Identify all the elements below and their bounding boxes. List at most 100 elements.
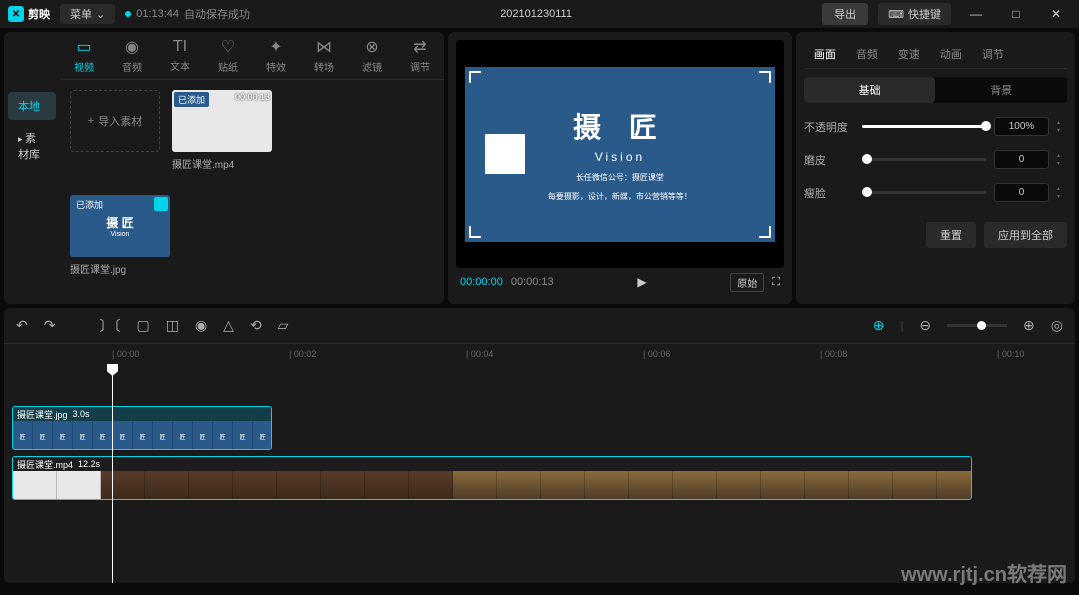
tab-effect[interactable]: ✦特效 <box>252 32 300 79</box>
added-badge: 已添加 <box>72 197 107 212</box>
split-button[interactable]: 〕〔 <box>99 316 120 336</box>
rp-tab-audio[interactable]: 音频 <box>846 40 888 68</box>
plus-icon: + <box>88 115 94 127</box>
current-time: 00:00:00 <box>460 276 503 288</box>
tab-sticker[interactable]: ♡贴纸 <box>204 32 252 79</box>
logo-icon: ✕ <box>8 6 24 22</box>
titlebar: ✕ 剪映 菜单⌄ 01:13:44 自动保存成功 202101230111 导出… <box>0 0 1079 28</box>
opacity-value[interactable]: 100% <box>994 117 1049 136</box>
media-item[interactable]: 已添加 摄 匠Vision 摄匠课堂.jpg <box>70 195 170 276</box>
clip-video[interactable]: 摄匠课堂.mp4 12.2s <box>12 456 972 500</box>
text-icon: TI <box>173 38 187 56</box>
play-button[interactable]: ▶ <box>637 275 646 289</box>
media-name: 摄匠课堂.mp4 <box>172 156 272 171</box>
shortcuts-button[interactable]: ⌨快捷键 <box>878 3 951 25</box>
tab-video[interactable]: ▭视频 <box>60 32 108 79</box>
watermark: www.rjtj.cn软荐网 <box>901 558 1067 587</box>
apply-all-button[interactable]: 应用到全部 <box>984 222 1067 248</box>
slim-slider[interactable] <box>862 191 986 194</box>
clip-image[interactable]: 摄匠课堂.jpg 3.0s 匠匠匠匠匠匠匠匠匠匠匠匠匠 <box>12 406 272 450</box>
video-icon: ▭ <box>76 37 91 57</box>
speed-button[interactable]: ◉ <box>195 317 207 334</box>
tab-text[interactable]: TI文本 <box>156 32 204 79</box>
media-duration: 00:00:13 <box>235 92 270 102</box>
keyboard-icon: ⌨ <box>888 8 904 21</box>
save-dot-icon <box>125 11 131 17</box>
subtab-background[interactable]: 背景 <box>935 77 1067 103</box>
timeline: ↶ ↷ 〕〔 ▢ ◫ ◉ △ ⟲ ▱ ⊕ | ⊖ ⊕ ◎ | 00:00 | 0… <box>4 308 1075 583</box>
media-name: 摄匠课堂.jpg <box>70 261 170 276</box>
media-tabs: ▭视频 ◉音频 TI文本 ♡贴纸 ✦特效 ⋈转场 ⊗滤镜 ⇄调节 <box>60 32 444 80</box>
opacity-slider[interactable] <box>862 125 986 128</box>
timeline-ruler[interactable]: | 00:00 | 00:02 | 00:04 | 00:06 | 00:08 … <box>4 344 1075 364</box>
zoom-in-button[interactable]: ⊕ <box>1023 317 1035 334</box>
smooth-slider[interactable] <box>862 158 986 161</box>
effect-icon: ✦ <box>269 37 282 57</box>
tab-filter[interactable]: ⊗滤镜 <box>348 32 396 79</box>
chevron-down-icon: ⌄ <box>96 8 105 21</box>
tab-transition[interactable]: ⋈转场 <box>300 32 348 79</box>
filter-icon: ⊗ <box>365 37 378 57</box>
save-status: 01:13:44 自动保存成功 <box>125 6 250 22</box>
sidebar-library[interactable]: 素材库 <box>8 124 56 168</box>
redo-button[interactable]: ↷ <box>44 317 56 334</box>
zoom-fit-button[interactable]: ◎ <box>1051 317 1063 334</box>
transition-icon: ⋈ <box>316 37 332 57</box>
project-name: 202101230111 <box>260 8 812 20</box>
delete-button[interactable]: ▢ <box>136 317 149 334</box>
fullscreen-button[interactable]: ⛶ <box>772 276 780 289</box>
sticker-icon: ♡ <box>221 37 235 57</box>
preview-text: 每要摄影，设计，新媒，市公营销等等！ <box>548 191 692 202</box>
undo-button[interactable]: ↶ <box>16 317 28 334</box>
rp-tab-adjust[interactable]: 调节 <box>972 40 1014 68</box>
menu-button[interactable]: 菜单⌄ <box>60 4 115 24</box>
app-name: 剪映 <box>28 6 50 22</box>
crop-button[interactable]: ◫ <box>166 317 179 334</box>
snap-button[interactable]: ⊕ <box>873 317 885 334</box>
audio-icon: ◉ <box>125 37 139 57</box>
duration-time: 00:00:13 <box>511 276 554 288</box>
close-button[interactable]: ✕ <box>1041 4 1071 24</box>
smooth-value[interactable]: 0 <box>994 150 1049 169</box>
import-media-button[interactable]: +导入素材 <box>70 90 160 152</box>
sidebar-local[interactable]: 本地 <box>8 92 56 120</box>
maximize-button[interactable]: □ <box>1001 4 1031 24</box>
tab-audio[interactable]: ◉音频 <box>108 32 156 79</box>
opacity-label: 不透明度 <box>804 119 854 135</box>
preview-text: 长任微信公号：摄匠课堂 <box>576 172 664 183</box>
properties-panel: 画面 音频 变速 动画 调节 基础 背景 不透明度 100% ▴▾ 磨皮 0 ▴… <box>796 32 1075 304</box>
step-up[interactable]: ▴ <box>1057 119 1067 126</box>
adjust-icon: ⇄ <box>413 37 426 57</box>
rp-tab-speed[interactable]: 变速 <box>888 40 930 68</box>
freeze-button[interactable]: ▱ <box>278 317 289 334</box>
rp-tab-picture[interactable]: 画面 <box>804 40 846 68</box>
preview-title: 摄 匠 <box>573 106 667 146</box>
playhead[interactable] <box>112 364 113 583</box>
app-logo: ✕ 剪映 <box>8 6 50 22</box>
qr-code <box>485 134 525 174</box>
step-down[interactable]: ▾ <box>1057 193 1067 200</box>
step-up[interactable]: ▴ <box>1057 185 1067 192</box>
step-down[interactable]: ▾ <box>1057 160 1067 167</box>
zoom-out-button[interactable]: ⊖ <box>919 317 931 334</box>
preview-video[interactable]: 摄 匠 Vision 长任微信公号：摄匠课堂 每要摄影，设计，新媒，市公营销等等… <box>456 40 784 268</box>
slim-value[interactable]: 0 <box>994 183 1049 202</box>
timeline-tracks[interactable]: 🔊 摄匠课堂.jpg 3.0s 匠匠匠匠匠匠匠匠匠匠匠匠匠 摄匠课堂.mp4 1… <box>4 364 1075 583</box>
step-up[interactable]: ▴ <box>1057 152 1067 159</box>
media-item[interactable]: 已添加 00:00:13 摄匠课堂.mp4 <box>172 90 272 171</box>
zoom-slider[interactable] <box>947 324 1007 327</box>
media-panel: 本地 素材库 ▭视频 ◉音频 TI文本 ♡贴纸 ✦特效 ⋈转场 ⊗滤镜 ⇄调节 … <box>4 32 444 304</box>
reset-button[interactable]: 重置 <box>926 222 976 248</box>
preview-subtitle: Vision <box>595 150 645 164</box>
slim-label: 瘦脸 <box>804 185 854 201</box>
minimize-button[interactable]: — <box>961 4 991 24</box>
subtab-basic[interactable]: 基础 <box>804 77 936 103</box>
export-button[interactable]: 导出 <box>822 3 868 25</box>
step-down[interactable]: ▾ <box>1057 127 1067 134</box>
ratio-button[interactable]: 原始 <box>730 273 764 292</box>
tab-adjust[interactable]: ⇄调节 <box>396 32 444 79</box>
media-type-icon <box>154 197 168 211</box>
rp-tab-animation[interactable]: 动画 <box>930 40 972 68</box>
mirror-button[interactable]: ⟲ <box>250 317 262 334</box>
rotate-button[interactable]: △ <box>223 317 234 334</box>
